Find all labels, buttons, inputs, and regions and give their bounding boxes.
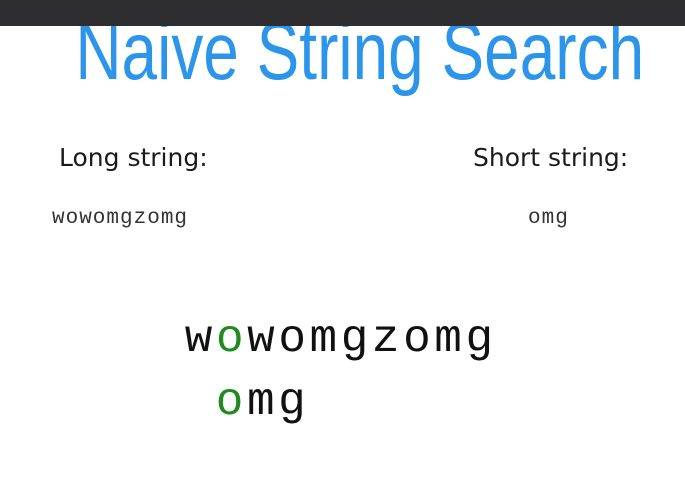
haystack-char: o bbox=[403, 313, 431, 365]
browser-top-bar bbox=[0, 0, 685, 26]
haystack-visualization: wowomgzomg bbox=[183, 313, 495, 365]
haystack-char: o bbox=[278, 313, 306, 365]
haystack-char: w bbox=[247, 313, 275, 365]
short-string-label: Short string: bbox=[473, 143, 629, 172]
haystack-char: o bbox=[215, 313, 244, 365]
needle-char: g bbox=[278, 376, 306, 428]
haystack-char: z bbox=[371, 313, 400, 365]
needle-char: o bbox=[215, 376, 244, 428]
long-string-label: Long string: bbox=[59, 143, 208, 172]
haystack-char: m bbox=[434, 313, 462, 365]
needle-visualization: omg bbox=[214, 376, 308, 428]
long-string-value: wowomgzomg bbox=[52, 207, 189, 230]
haystack-char: g bbox=[465, 313, 494, 365]
haystack-char: w bbox=[184, 313, 213, 365]
needle-char: m bbox=[246, 376, 275, 428]
short-string-value: omg bbox=[528, 207, 569, 230]
haystack-char: m bbox=[309, 313, 338, 365]
haystack-char: g bbox=[340, 313, 369, 365]
